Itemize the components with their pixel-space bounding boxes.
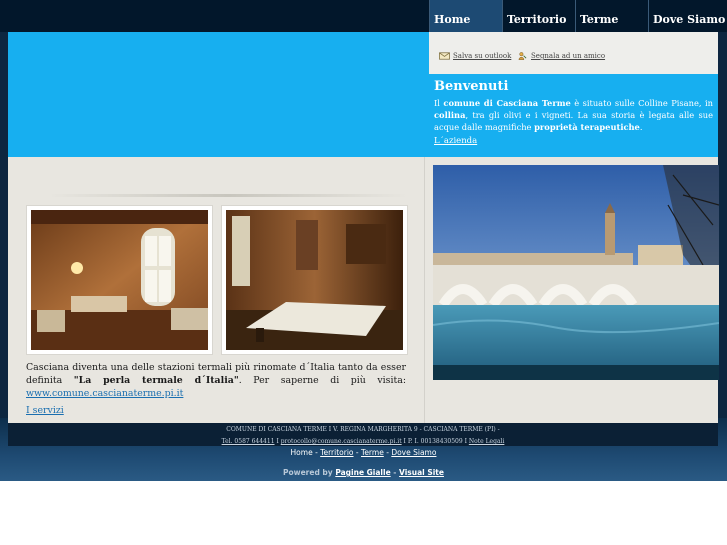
welcome-text-part: Il xyxy=(434,98,444,108)
powered-sep: - xyxy=(393,468,397,477)
tell-friend-label: Segnala ad un amico xyxy=(531,52,606,60)
description-bold: "La perla termale d´Italia" xyxy=(73,375,239,386)
footer-nav-terme[interactable]: Terme xyxy=(361,448,384,457)
welcome-box: Benvenuti Il comune di Casciana Terme è … xyxy=(429,74,718,157)
thermal-pool-photo xyxy=(433,165,719,380)
utility-toolbar: Salva su outlook Segnala ad un amico xyxy=(429,32,718,74)
thumbnail-spa-room[interactable] xyxy=(221,205,408,355)
save-outlook-link[interactable]: Salva su outlook xyxy=(439,52,511,60)
footer-piva: P. I. 00138430509 xyxy=(407,438,463,445)
envelope-icon xyxy=(439,52,450,60)
nav-item-terme[interactable]: Terme xyxy=(575,0,648,32)
footer-phone-link[interactable]: Tel. 0587 644411 xyxy=(222,438,275,445)
footer-nav-sep: - xyxy=(315,448,318,457)
header-banner xyxy=(8,32,429,157)
nav-item-territorio[interactable]: Territorio xyxy=(502,0,575,32)
welcome-text-bold: comune di Casciana Terme xyxy=(443,98,571,108)
website-link[interactable]: www.comune.cascianaterme.pi.it xyxy=(26,388,183,399)
azienda-link[interactable]: L´azienda xyxy=(434,136,713,146)
footer-contacts: Tel. 0587 644411 I protocollo@comune.cas… xyxy=(8,438,718,445)
main-nav: Home Territorio Terme Dove Siamo xyxy=(429,0,725,32)
save-outlook-label: Salva su outlook xyxy=(453,52,512,60)
description-part: . Per saperne di più visita: xyxy=(238,375,406,386)
welcome-text: Il comune di Casciana Terme è situato su… xyxy=(434,97,713,133)
thumbnail-lounge[interactable] xyxy=(26,205,213,355)
welcome-title: Benvenuti xyxy=(434,79,509,94)
footer-address: COMUNE DI CASCIANA TERME I V. REGINA MAR… xyxy=(226,426,500,433)
footer-email-link[interactable]: protocollo@comune.cascianaterme.pi.it xyxy=(281,438,402,445)
services-link[interactable]: I servizi xyxy=(26,405,64,416)
welcome-text-bold: proprietà terapeutiche xyxy=(534,122,640,132)
footer-nav-home[interactable]: Home xyxy=(291,448,313,457)
person-icon xyxy=(518,52,527,60)
spa-room-photo xyxy=(226,210,403,350)
welcome-text-bold: collina xyxy=(434,110,466,120)
separator-line xyxy=(48,194,408,197)
footer-legal-link[interactable]: Note Legali xyxy=(469,438,505,445)
nav-item-dove-siamo[interactable]: Dove Siamo xyxy=(648,0,725,32)
right-edge-strip xyxy=(718,32,727,424)
content-area: Casciana diventa una delle stazioni term… xyxy=(8,157,424,423)
tell-friend-link[interactable]: Segnala ad un amico xyxy=(517,52,605,60)
welcome-text-part: . xyxy=(639,122,643,132)
footer-nav-sep: - xyxy=(386,448,389,457)
footer-nav: Home - Territorio - Terme - Dove Siamo xyxy=(0,448,727,457)
footer-nav-territorio[interactable]: Territorio xyxy=(320,448,353,457)
left-edge-strip xyxy=(0,32,8,424)
footer-nav-sep: - xyxy=(355,448,359,457)
footer-nav-dove-siamo[interactable]: Dove Siamo xyxy=(391,448,436,457)
lounge-photo xyxy=(31,210,208,350)
nav-item-home[interactable]: Home xyxy=(429,0,502,32)
pagine-gialle-link[interactable]: Pagine Gialle xyxy=(335,468,390,477)
powered-by: Powered by Pagine Gialle - Visual Site xyxy=(0,468,727,477)
welcome-text-part: è situato sulle Colline Pisane, in xyxy=(570,98,713,108)
visual-site-link[interactable]: Visual Site xyxy=(399,468,444,477)
description-text: Casciana diventa una delle stazioni term… xyxy=(26,361,406,400)
powered-label: Powered by xyxy=(283,468,333,477)
